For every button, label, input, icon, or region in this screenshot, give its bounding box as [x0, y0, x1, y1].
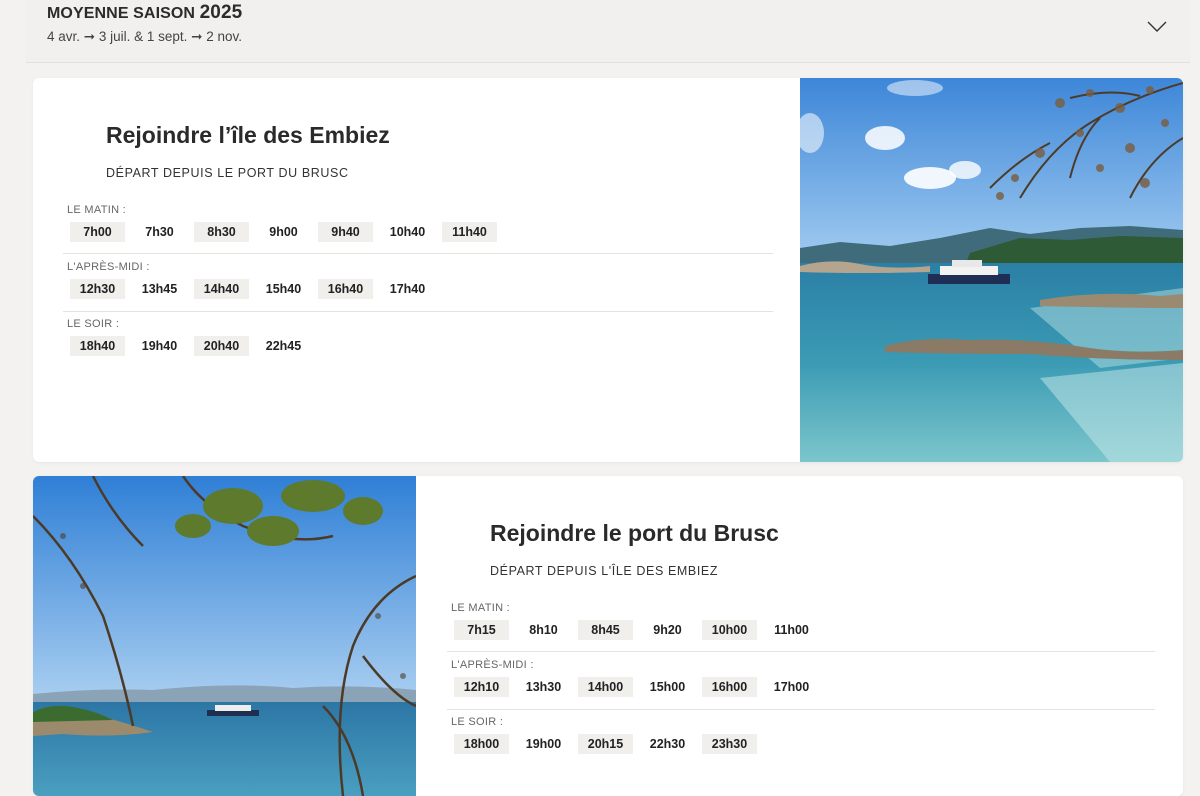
- divider: [63, 253, 773, 254]
- route-title: Rejoindre l’île des Embiez: [106, 122, 390, 148]
- departure-time[interactable]: 19h40: [132, 336, 187, 356]
- season-dates: 4 avr. ➞ 3 juil. & 1 sept. ➞ 2 nov.: [47, 29, 242, 44]
- period-label: LE MATIN :: [67, 204, 127, 216]
- season-title: MOYENNE SAISON 2025: [47, 2, 242, 24]
- departure-time[interactable]: 9h40: [318, 222, 373, 242]
- departure-time[interactable]: 13h30: [516, 677, 571, 697]
- time-list: 7h00 7h30 8h30 9h00 9h40 10h40 11h40: [70, 222, 504, 242]
- departure-time[interactable]: 17h00: [764, 677, 819, 697]
- divider: [447, 709, 1155, 710]
- departure-time[interactable]: 20h40: [194, 336, 249, 356]
- departure-time[interactable]: 17h40: [380, 279, 435, 299]
- route-departure: DÉPART DEPUIS LE PORT DU BRUSC: [106, 166, 349, 180]
- departure-time[interactable]: 23h30: [702, 734, 757, 754]
- departure-time[interactable]: 20h15: [578, 734, 633, 754]
- departure-time[interactable]: 14h40: [194, 279, 249, 299]
- period-label: LE MATIN :: [451, 602, 511, 614]
- departure-time[interactable]: 14h00: [578, 677, 633, 697]
- route-departure: DÉPART DEPUIS L'ÎLE DES EMBIEZ: [490, 564, 719, 578]
- ferry-coast-photo: [33, 476, 416, 796]
- island-coast-illustration: [800, 78, 1183, 462]
- time-list: 12h30 13h45 14h40 15h40 16h40 17h40: [70, 279, 442, 299]
- departure-time[interactable]: 9h20: [640, 620, 695, 640]
- season-title-text: MOYENNE SAISON: [47, 5, 196, 22]
- departure-time[interactable]: 7h15: [454, 620, 509, 640]
- departure-time[interactable]: 11h40: [442, 222, 497, 242]
- departure-time[interactable]: 12h30: [70, 279, 125, 299]
- departure-time[interactable]: 19h00: [516, 734, 571, 754]
- departure-time[interactable]: 15h40: [256, 279, 311, 299]
- period-label: L'APRÈS-MIDI :: [451, 659, 534, 671]
- time-list: 18h40 19h40 20h40 22h45: [70, 336, 318, 356]
- departure-time[interactable]: 18h40: [70, 336, 125, 356]
- departure-time[interactable]: 16h00: [702, 677, 757, 697]
- period-label: L'APRÈS-MIDI :: [67, 261, 150, 273]
- time-list: 7h15 8h10 8h45 9h20 10h00 11h00: [454, 620, 826, 640]
- island-coast-photo: [800, 78, 1183, 462]
- time-list: 12h10 13h30 14h00 15h00 16h00 17h00: [454, 677, 826, 697]
- departure-time[interactable]: 13h45: [132, 279, 187, 299]
- season-header[interactable]: MOYENNE SAISON 2025 4 avr. ➞ 3 juil. & 1…: [26, 0, 1190, 63]
- period-label: LE SOIR :: [67, 318, 120, 330]
- departure-time[interactable]: 18h00: [454, 734, 509, 754]
- route-card-embiez: Rejoindre l’île des Embiez DÉPART DEPUIS…: [33, 78, 1183, 462]
- departure-time[interactable]: 10h40: [380, 222, 435, 242]
- route-title: Rejoindre le port du Brusc: [490, 520, 779, 546]
- route-card-brusc: Rejoindre le port du Brusc DÉPART DEPUIS…: [33, 476, 1183, 796]
- departure-time[interactable]: 7h30: [132, 222, 187, 242]
- departure-time[interactable]: 11h00: [764, 620, 819, 640]
- departure-time[interactable]: 8h10: [516, 620, 571, 640]
- departure-time[interactable]: 8h30: [194, 222, 249, 242]
- departure-time[interactable]: 16h40: [318, 279, 373, 299]
- departure-time[interactable]: 8h45: [578, 620, 633, 640]
- time-list: 18h00 19h00 20h15 22h30 23h30: [454, 734, 764, 754]
- departure-time[interactable]: 9h00: [256, 222, 311, 242]
- season-year: 2025: [199, 2, 243, 23]
- departure-time[interactable]: 15h00: [640, 677, 695, 697]
- divider: [447, 651, 1155, 652]
- divider: [63, 311, 773, 312]
- departure-time[interactable]: 22h45: [256, 336, 311, 356]
- departure-time[interactable]: 7h00: [70, 222, 125, 242]
- departure-time[interactable]: 10h00: [702, 620, 757, 640]
- departure-time[interactable]: 22h30: [640, 734, 695, 754]
- ferry-coast-illustration: [33, 476, 416, 796]
- period-label: LE SOIR :: [451, 716, 504, 728]
- departure-time[interactable]: 12h10: [454, 677, 509, 697]
- chevron-down-icon[interactable]: [1146, 18, 1168, 34]
